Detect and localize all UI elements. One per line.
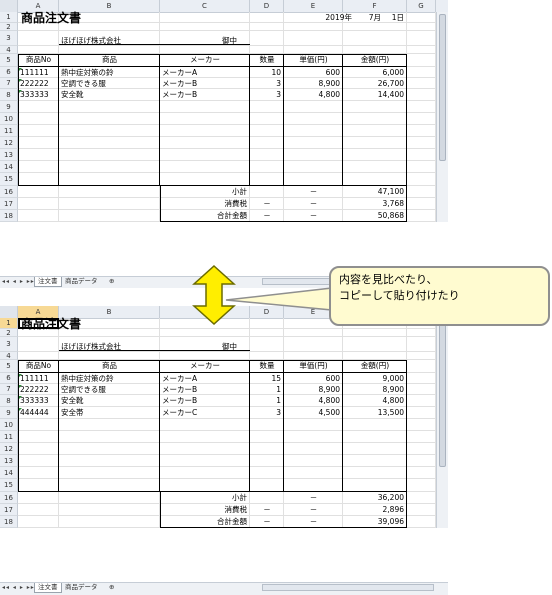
date-month: 7月 bbox=[368, 13, 381, 22]
spreadsheet-pane-bottom: ABCDEFG123456789101112131415161718商品注文書ほ… bbox=[0, 306, 448, 595]
header-bottom-border bbox=[18, 372, 407, 373]
callout-line-1: 内容を見比べたり、 bbox=[339, 273, 438, 286]
table-column-border bbox=[342, 360, 343, 492]
table-column-border bbox=[159, 54, 160, 186]
row-header-8[interactable]: 8 bbox=[0, 89, 18, 101]
row-header-18[interactable]: 18 bbox=[0, 516, 18, 528]
row-header-6[interactable]: 6 bbox=[0, 67, 18, 78]
table-column-border bbox=[283, 360, 284, 492]
gridline-h bbox=[18, 30, 436, 31]
active-cell-a1[interactable] bbox=[18, 318, 59, 329]
table-column-border bbox=[58, 360, 59, 492]
row-header-15[interactable]: 15 bbox=[0, 173, 18, 186]
row-header-4[interactable]: 4 bbox=[0, 46, 18, 54]
customer-name: ほげほげ株式会社 bbox=[61, 36, 121, 45]
row-header-5[interactable]: 5 bbox=[0, 360, 18, 373]
row-header-12[interactable]: 12 bbox=[0, 137, 18, 149]
row-header-10[interactable]: 10 bbox=[0, 113, 18, 125]
row-header-1[interactable]: 1 bbox=[0, 318, 18, 329]
row-header-10[interactable]: 10 bbox=[0, 419, 18, 431]
insert-sheet-button[interactable]: ⊕ bbox=[106, 277, 117, 286]
spreadsheet-pane-top: A B C D E F G 1 2 3 4 5 6 7 8 9 10 11 12 13 14 15 16 17 18 商品注文書 2… bbox=[0, 0, 448, 288]
sheet-tab-product-data[interactable]: 商品データ bbox=[62, 583, 101, 592]
row-header-15[interactable]: 15 bbox=[0, 479, 18, 492]
document-title: 商品注文書 bbox=[21, 11, 82, 25]
callout-line-2: コピーして貼り付けたり bbox=[339, 289, 460, 302]
sheet-tab-order[interactable]: 注文書 bbox=[34, 277, 62, 287]
row-header-13[interactable]: 13 bbox=[0, 455, 18, 467]
order-table-border bbox=[18, 54, 407, 186]
row-header-14[interactable]: 14 bbox=[0, 467, 18, 479]
sheet-tab-product-data[interactable]: 商品データ bbox=[62, 277, 101, 286]
sheet-tab-bar: ◂◂ ◂ ▸ ▸▸ 注文書 商品データ ⊕ bbox=[0, 582, 448, 595]
row-header-12[interactable]: 12 bbox=[0, 443, 18, 455]
customer-name: ほげほげ株式会社 bbox=[61, 342, 121, 351]
table-column-border bbox=[249, 360, 250, 492]
scrollbar-thumb[interactable] bbox=[439, 320, 446, 467]
honorific: 御中 bbox=[222, 342, 237, 351]
summary-table-border bbox=[160, 491, 407, 528]
callout-bubble: 内容を見比べたり、 コピーして貼り付けたり bbox=[329, 266, 550, 326]
order-table-border bbox=[18, 360, 407, 492]
header-bottom-border bbox=[18, 66, 407, 67]
row-header-9[interactable]: 9 bbox=[0, 407, 18, 419]
row-header-11[interactable]: 11 bbox=[0, 431, 18, 443]
date-day: 1日 bbox=[391, 13, 404, 22]
honorific: 御中 bbox=[222, 36, 237, 45]
select-all-corner[interactable] bbox=[0, 0, 18, 12]
row-header-11[interactable]: 11 bbox=[0, 125, 18, 137]
sheet-nav-arrows[interactable]: ◂◂ ◂ ▸ ▸▸ bbox=[2, 278, 35, 285]
row-header-17[interactable]: 17 bbox=[0, 198, 18, 210]
row-header-3[interactable]: 3 bbox=[0, 337, 18, 352]
sheet-tab-order[interactable]: 注文書 bbox=[34, 583, 62, 593]
row-header-4[interactable]: 4 bbox=[0, 352, 18, 360]
table-column-border bbox=[342, 54, 343, 186]
callout-pointer bbox=[225, 287, 334, 311]
column-header-e[interactable]: E bbox=[284, 0, 343, 12]
row-header-17[interactable]: 17 bbox=[0, 504, 18, 516]
horizontal-scrollbar[interactable] bbox=[262, 584, 434, 591]
row-header-14[interactable]: 14 bbox=[0, 161, 18, 173]
row-header-7[interactable]: 7 bbox=[0, 384, 18, 395]
gridline-h bbox=[18, 336, 436, 337]
row-header-8[interactable]: 8 bbox=[0, 395, 18, 407]
row-header-2[interactable]: 2 bbox=[0, 23, 18, 31]
row-header-13[interactable]: 13 bbox=[0, 149, 18, 161]
row-header-7[interactable]: 7 bbox=[0, 78, 18, 89]
column-header-c[interactable]: C bbox=[160, 0, 250, 12]
column-header-g[interactable]: G bbox=[407, 0, 436, 12]
column-header-d[interactable]: D bbox=[250, 0, 284, 12]
table-column-border bbox=[283, 54, 284, 186]
row-header-3[interactable]: 3 bbox=[0, 31, 18, 46]
column-header-f[interactable]: F bbox=[343, 0, 407, 12]
vertical-scrollbar[interactable] bbox=[436, 12, 448, 222]
customer-underline bbox=[59, 44, 250, 45]
vertical-scrollbar[interactable] bbox=[436, 318, 448, 528]
row-header-1[interactable]: 1 bbox=[0, 12, 18, 23]
insert-sheet-button[interactable]: ⊕ bbox=[106, 583, 117, 592]
row-header-5[interactable]: 5 bbox=[0, 54, 18, 67]
sheet-nav-arrows[interactable]: ◂◂ ◂ ▸ ▸▸ bbox=[2, 584, 35, 591]
row-header-16[interactable]: 16 bbox=[0, 492, 18, 504]
date-year: 2019年 bbox=[325, 13, 352, 22]
row-header-6[interactable]: 6 bbox=[0, 373, 18, 384]
row-header-2[interactable]: 2 bbox=[0, 329, 18, 337]
table-column-border bbox=[159, 360, 160, 492]
select-all-corner[interactable] bbox=[0, 306, 18, 318]
table-column-border bbox=[249, 54, 250, 186]
row-header-18[interactable]: 18 bbox=[0, 210, 18, 222]
row-header-16[interactable]: 16 bbox=[0, 186, 18, 198]
row-header-9[interactable]: 9 bbox=[0, 101, 18, 113]
summary-table-border bbox=[160, 185, 407, 222]
customer-underline bbox=[59, 350, 250, 351]
scrollbar-thumb[interactable] bbox=[439, 14, 446, 161]
table-column-border bbox=[58, 54, 59, 186]
